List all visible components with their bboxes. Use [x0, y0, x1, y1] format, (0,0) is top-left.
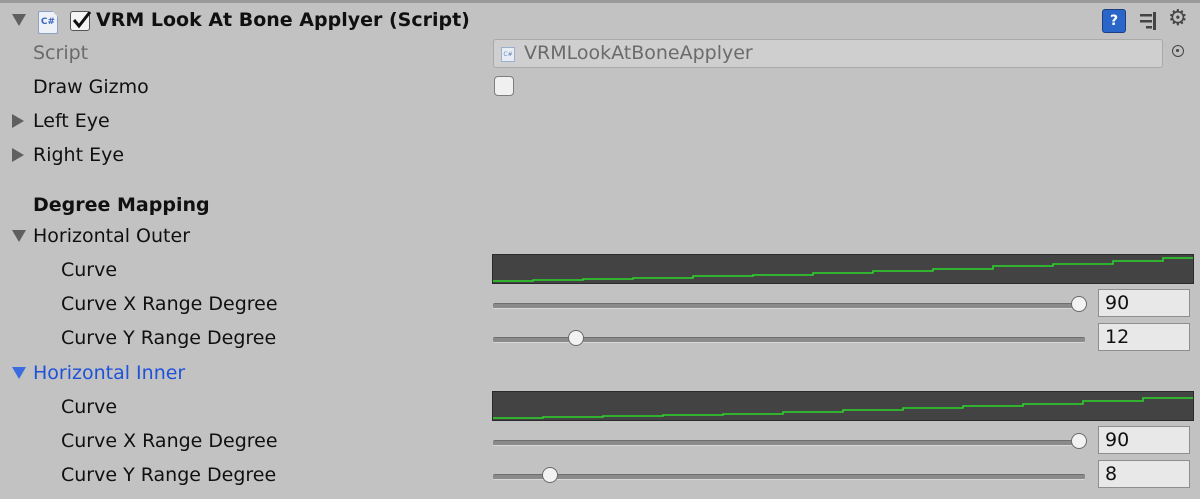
- left-eye-foldout-arrow[interactable]: [12, 114, 24, 128]
- horizontal-inner-foldout-arrow[interactable]: [12, 367, 26, 379]
- script-value: VRMLookAtBoneApplyer: [524, 42, 753, 64]
- horizontal-outer-foldout-arrow[interactable]: [12, 230, 26, 242]
- y-range-slider-track[interactable]: [493, 474, 1085, 480]
- horizontal-inner-label[interactable]: Horizontal Inner: [33, 356, 185, 390]
- x-range-label: Curve X Range Degree: [61, 293, 278, 315]
- x-range-slider-thumb[interactable]: [1071, 433, 1087, 449]
- object-picker-icon[interactable]: [1172, 45, 1184, 57]
- x-range-slider-thumb[interactable]: [1071, 296, 1087, 312]
- horizontal-inner-y-range-row: Curve Y Range Degree 8: [0, 458, 1200, 492]
- x-range-number-field[interactable]: 90: [1098, 289, 1190, 317]
- component-enabled-checkbox[interactable]: [70, 11, 92, 31]
- csharp-script-icon: C#: [38, 11, 58, 34]
- horizontal-inner-x-range-row: Curve X Range Degree 90: [0, 424, 1200, 458]
- horizontal-outer-curve-row: Curve: [0, 253, 1200, 287]
- curve-preview: [493, 257, 1193, 282]
- right-eye-label[interactable]: Right Eye: [33, 138, 124, 172]
- script-label: Script: [33, 42, 89, 64]
- x-range-slider-track[interactable]: [493, 440, 1085, 446]
- draw-gizmo-label: Draw Gizmo: [33, 76, 149, 98]
- component-header: C# VRM Look At Bone Applyer (Script) ? ⚙: [0, 3, 1200, 37]
- right-eye-foldout-arrow[interactable]: [12, 148, 24, 162]
- script-object-field[interactable]: C# VRMLookAtBoneApplyer: [493, 39, 1163, 68]
- y-range-slider-thumb[interactable]: [568, 330, 584, 346]
- component-title: VRM Look At Bone Applyer (Script): [96, 9, 470, 31]
- right-eye-row[interactable]: Right Eye: [0, 138, 1200, 172]
- csharp-mini-icon: C#: [501, 47, 515, 62]
- horizontal-outer-y-range-row: Curve Y Range Degree 12: [0, 321, 1200, 355]
- horizontal-inner-curve-field[interactable]: [492, 391, 1194, 421]
- script-row: Script C# VRMLookAtBoneApplyer: [0, 36, 1200, 70]
- x-range-number-field[interactable]: 90: [1098, 426, 1190, 454]
- horizontal-outer-foldout[interactable]: Horizontal Outer: [0, 219, 1200, 253]
- x-range-label: Curve X Range Degree: [61, 430, 278, 452]
- checkmark-icon: [72, 11, 92, 29]
- y-range-label: Curve Y Range Degree: [61, 464, 277, 486]
- help-icon[interactable]: ?: [1102, 9, 1126, 33]
- horizontal-outer-x-range-row: Curve X Range Degree 90: [0, 287, 1200, 321]
- gear-icon[interactable]: ⚙: [1168, 6, 1188, 31]
- draw-gizmo-row: Draw Gizmo: [0, 70, 1200, 104]
- y-range-number-field[interactable]: 8: [1098, 460, 1190, 488]
- horizontal-outer-curve-field[interactable]: [492, 254, 1194, 284]
- horizontal-outer-label[interactable]: Horizontal Outer: [33, 219, 190, 253]
- horizontal-inner-curve-row: Curve: [0, 390, 1200, 424]
- y-range-label: Curve Y Range Degree: [61, 327, 277, 349]
- horizontal-inner-foldout[interactable]: Horizontal Inner: [0, 356, 1200, 390]
- component-foldout-arrow[interactable]: [12, 14, 26, 26]
- degree-mapping-header-row: Degree Mapping: [0, 188, 1200, 222]
- x-range-slider-track[interactable]: [493, 303, 1085, 309]
- draw-gizmo-checkbox[interactable]: [494, 76, 514, 96]
- degree-mapping-heading: Degree Mapping: [33, 194, 210, 216]
- y-range-number-field[interactable]: 12: [1098, 323, 1190, 351]
- left-eye-label[interactable]: Left Eye: [33, 104, 110, 138]
- curve-label: Curve: [61, 396, 118, 418]
- y-range-slider-thumb[interactable]: [542, 467, 558, 483]
- curve-preview: [493, 397, 1193, 419]
- curve-label: Curve: [61, 259, 118, 281]
- left-eye-row[interactable]: Left Eye: [0, 104, 1200, 138]
- preset-icon[interactable]: [1138, 11, 1160, 31]
